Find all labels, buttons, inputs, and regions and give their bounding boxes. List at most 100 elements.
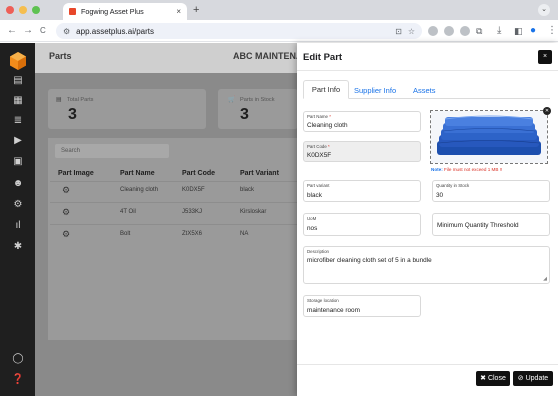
sidebar-item-reports-icon[interactable]: ▣ [11,156,25,168]
quantity-in-stock-field[interactable]: Quantity in Stock 30 [432,180,550,202]
table-cell-part-code: ZtX5X6 [182,231,203,237]
part-code-label: Part Code [307,144,327,149]
sidebar-item-team-icon[interactable]: ☻ [11,178,25,190]
quantity-in-stock-value: 30 [436,192,444,199]
window-close-dot[interactable] [6,6,14,14]
part-name-label: Part Name [307,114,328,119]
tab-search-chevron-icon[interactable]: ⌄ [538,4,550,16]
sidebar-chat-icon[interactable]: ◯ [11,353,25,365]
description-textarea[interactable]: Description microfiber cleaning cloth se… [303,246,550,284]
required-marker: * [329,114,331,119]
part-code-value: K0DX5F [307,152,332,159]
note-prefix: Note: [431,167,443,172]
sidebar-item-workorders-icon[interactable]: ≣ [11,115,25,127]
bookmark-star-icon[interactable]: ☆ [408,27,415,36]
part-image-placeholder-icon: ⚙ [62,207,71,217]
required-marker: * [328,144,330,149]
tab-supplier-info[interactable]: Supplier Info [354,86,396,95]
table-cell-part-code: K0DX5F [182,187,205,193]
table-cell-part-variant: Kirsloskar [240,209,267,215]
download-icon[interactable]: ⤓ [497,24,501,38]
description-label: Description [307,249,329,254]
table-divider [50,224,298,225]
table-divider [50,202,298,203]
column-header-part-code[interactable]: Part Code [182,170,215,177]
parts-icon: ▤ [56,97,62,103]
resize-handle-icon[interactable]: ◢ [543,276,547,282]
update-button[interactable]: ⊘ Update [513,371,553,386]
tab-assets[interactable]: Assets [413,86,436,95]
storage-location-value: maintenance room [307,307,360,314]
summary-card-label: Total Parts [67,97,94,103]
sidebar-item-settings-icon[interactable]: ✱ [11,241,25,253]
summary-card-value: 3 [68,106,77,123]
extension-icon[interactable] [428,26,438,36]
browser-tab[interactable]: Fogwing Asset Plus × [63,3,187,20]
storage-location-label: Storage location [307,298,339,303]
sidebar-item-parts-icon[interactable]: ⚙ [11,199,25,211]
table-cell-part-variant: NA [240,231,249,237]
uom-label: UoM [307,216,317,221]
address-bar[interactable]: ⚙ app.assetplus.ai/parts ⊡ ☆ [56,23,422,39]
forward-icon[interactable]: → [23,24,33,38]
install-app-icon[interactable]: ⊡ [395,27,402,36]
extension-icon[interactable] [444,26,454,36]
part-image-placeholder-icon: ⚙ [62,229,71,239]
table-cell-part-name: Bolt [120,231,131,237]
column-header-part-name[interactable]: Part Name [120,170,155,177]
modal-footer-divider [297,364,558,365]
cleaning-cloth-photo [431,111,547,163]
table-divider [50,181,298,182]
sidebar-item-play-icon[interactable]: ▶ [11,135,25,147]
profile-avatar-icon[interactable]: ● [530,24,536,38]
column-header-part-image[interactable]: Part Image [58,170,94,177]
side-panel-icon[interactable]: ◧ [514,24,523,38]
modal-header-divider [297,70,558,71]
sidebar-help-icon[interactable]: ❓ [11,374,25,386]
part-variant-field[interactable]: Part variant black [303,180,421,202]
part-variant-label: Part variant [307,183,330,188]
sidebar-item-assets-icon[interactable]: ▦ [11,95,25,107]
min-quantity-threshold-input[interactable]: Minimum Quantity Threshold [432,213,550,236]
modal-close-icon[interactable]: × [538,50,552,64]
modal-title: Edit Part [303,52,343,63]
column-header-part-variant[interactable]: Part Variant [240,170,279,177]
table-cell-part-code: J533KJ [182,209,203,215]
reload-icon[interactable]: C [40,24,46,38]
sidebar-item-analytics-icon[interactable]: ıl [11,220,25,232]
remove-image-icon[interactable]: ✕ [543,107,551,115]
summary-card-value: 3 [240,106,249,123]
parts-table-panel [48,138,298,340]
browser-tab-title: Fogwing Asset Plus [81,7,144,16]
uom-field[interactable]: UoM nos [303,213,421,236]
favicon-icon [69,8,76,15]
part-name-field[interactable]: Part Name * Cleaning cloth [303,111,421,132]
window-zoom-dot[interactable] [32,6,40,14]
sidebar-item-dashboard-icon[interactable]: ▤ [11,75,25,87]
note-text: File must not exceed 1 MB !! [444,167,503,172]
extension-icon[interactable] [460,26,470,36]
close-button[interactable]: ✖ Close [476,371,510,386]
site-info-icon[interactable]: ⚙ [63,27,70,36]
fogwing-logo-icon[interactable] [9,52,27,70]
back-icon[interactable]: ← [7,24,17,38]
table-cell-part-name: Cleaning cloth [120,187,159,193]
part-code-field[interactable]: Part Code * K0DX5F [303,141,421,162]
summary-card-label: Parts in Stock [240,97,275,103]
extensions-puzzle-icon[interactable]: ⧉ [476,24,482,38]
cart-icon: 🛒 [228,97,236,103]
browser-menu-icon[interactable]: ⋮ [547,24,557,38]
tab-part-info[interactable]: Part Info [303,80,349,99]
quantity-in-stock-label: Quantity in Stock [436,183,470,188]
new-tab-button[interactable]: + [193,3,199,17]
min-quantity-threshold-placeholder: Minimum Quantity Threshold [437,222,519,229]
search-input[interactable]: Search [55,144,169,158]
part-name-value: Cleaning cloth [307,122,348,129]
part-image-upload[interactable] [430,110,548,164]
uom-value: nos [307,225,318,232]
storage-location-field[interactable]: Storage location maintenance room [303,295,421,317]
part-variant-value: black [307,192,322,199]
table-cell-part-name: 4T Oil [120,209,136,215]
window-minimize-dot[interactable] [19,6,27,14]
tab-close-icon[interactable]: × [176,7,181,16]
